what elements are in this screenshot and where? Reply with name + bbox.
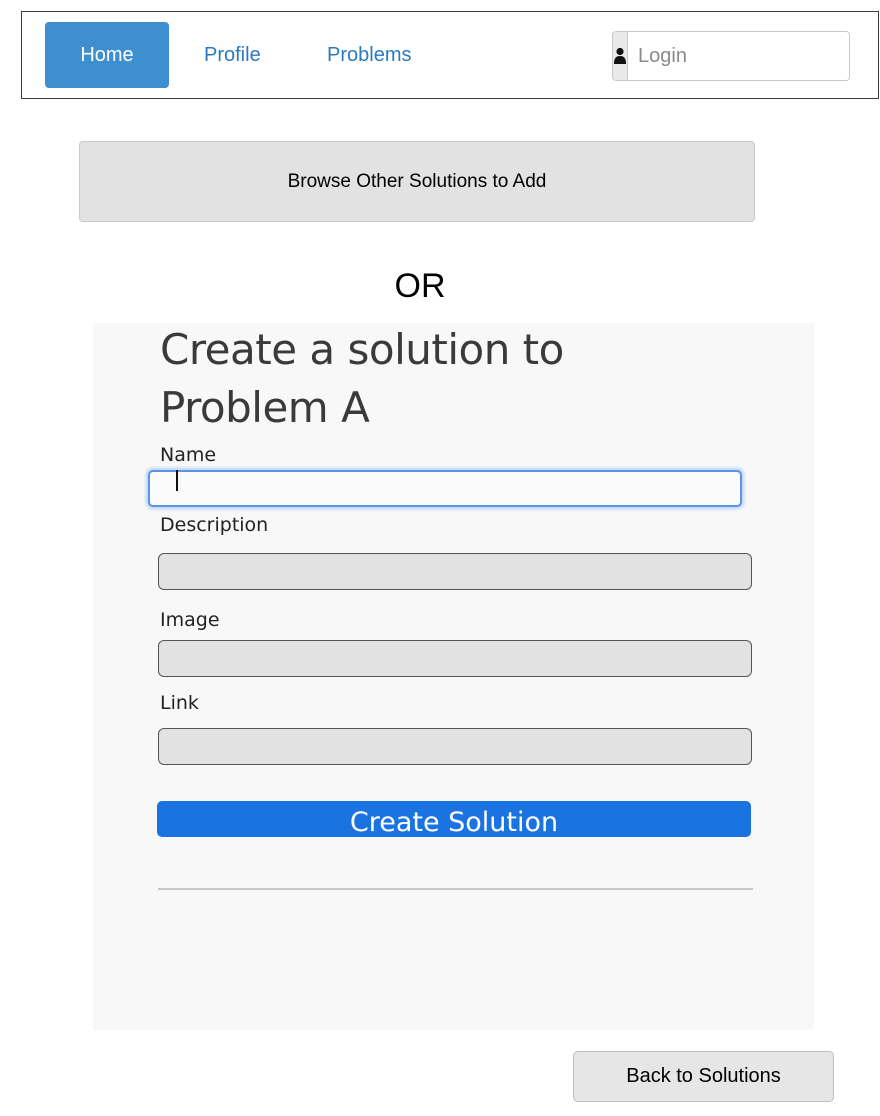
description-label: Description — [160, 514, 269, 536]
nav-problems-label: Problems — [327, 43, 412, 66]
nav-home-tab[interactable]: Home — [45, 22, 169, 88]
image-input[interactable] — [158, 640, 752, 677]
link-input[interactable] — [158, 728, 752, 765]
user-icon — [613, 32, 628, 80]
back-to-solutions-button[interactable]: Back to Solutions — [573, 1051, 834, 1102]
or-separator: OR — [394, 267, 446, 305]
form-title: Create a solution to Problem A — [160, 325, 564, 432]
name-input[interactable] — [148, 470, 742, 507]
create-solution-panel: Create a solution to Problem A Name Desc… — [93, 323, 814, 1030]
back-button-label: Back to Solutions — [626, 1065, 781, 1087]
create-solution-label: Create Solution — [349, 807, 559, 838]
login-field-group — [612, 31, 850, 81]
nav-home-label: Home — [80, 43, 134, 66]
browse-button-label: Browse Other Solutions to Add — [287, 170, 547, 192]
top-navbar: Home Profile Problems — [21, 11, 879, 99]
create-solution-button[interactable]: Create Solution — [157, 801, 751, 837]
nav-profile-label: Profile — [204, 43, 261, 66]
browse-other-solutions-button[interactable]: Browse Other Solutions to Add — [79, 141, 755, 222]
name-label: Name — [160, 444, 217, 466]
link-label: Link — [160, 692, 199, 714]
divider — [158, 888, 753, 890]
text-cursor — [176, 470, 178, 491]
description-input[interactable] — [158, 553, 752, 590]
nav-problems-link[interactable]: Problems — [327, 22, 411, 88]
login-input[interactable] — [628, 32, 849, 80]
image-label: Image — [160, 609, 220, 631]
nav-profile-link[interactable]: Profile — [204, 22, 261, 88]
